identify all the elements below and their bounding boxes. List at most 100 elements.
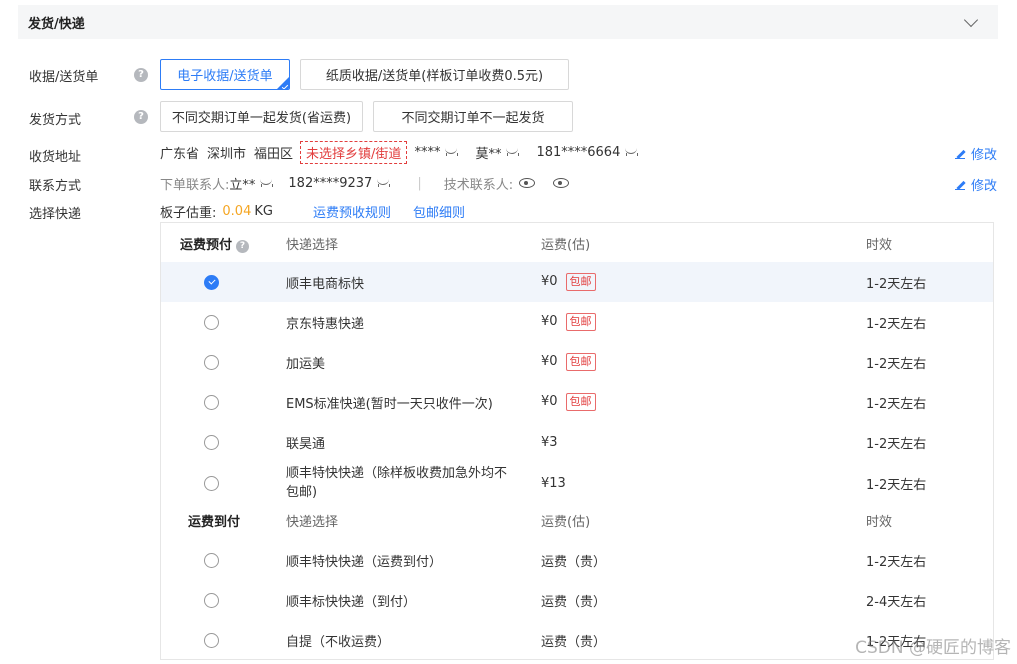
ship-method-label: 发货方式 — [29, 113, 82, 128]
eye-closed-icon[interactable] — [505, 148, 520, 156]
radio[interactable] — [204, 593, 219, 608]
express-name: 顺丰电商标快 — [286, 276, 365, 292]
express-name: 加运美 — [286, 356, 326, 372]
receipt-label: 收据/送货单 — [29, 70, 99, 85]
fee-cell: 运费（贵） — [541, 634, 607, 650]
time-cell: 1-2天左右 — [866, 356, 927, 372]
table-header-cod: 运费到付 快递选择 运费(估) 时效 — [161, 500, 993, 540]
express-name: 自提（不收运费） — [286, 634, 391, 650]
check-icon — [281, 83, 289, 89]
help-icon[interactable]: ? — [236, 239, 250, 253]
col-time: 时效 — [866, 237, 893, 253]
weight-value: 0.04 — [222, 203, 252, 219]
radio[interactable] — [204, 633, 219, 648]
separator: | — [417, 175, 422, 191]
time-cell: 1-2天左右 — [866, 276, 927, 292]
col-fee: 运费(估) — [541, 237, 591, 253]
eye-open-icon[interactable] — [553, 178, 570, 188]
express-table: 运费预付? 快递选择 运费(估) 时效 顺丰电商标快 ¥0 包邮 1-2天左右 京… — [160, 222, 994, 660]
address-line: 广东省 深圳市 福田区 未选择乡镇/街道 **** 莫** 181****666… — [160, 140, 643, 164]
weight-label: 板子估重: — [160, 205, 217, 221]
group-label-cod: 运费到付 — [188, 514, 241, 530]
address-province: 广东省 — [160, 146, 200, 162]
free-shipping-link[interactable]: 包邮细则 — [413, 202, 465, 221]
receipt-option-label: 纸质收据/送货单(样板订单收费0.5元) — [325, 69, 544, 84]
radio[interactable] — [204, 553, 219, 568]
section-title: 发货/快递 — [28, 16, 85, 32]
address-city: 深圳市 — [207, 146, 247, 162]
weight-unit: KG — [254, 203, 273, 219]
edit-label: 修改 — [970, 148, 997, 163]
receipt-option-electronic[interactable]: 电子收据/送货单 — [160, 59, 290, 90]
receiver-phone: 181****6664 — [536, 144, 621, 160]
radio-checked[interactable] — [204, 275, 219, 290]
express-name: 联昊通 — [286, 436, 326, 452]
free-shipping-badge: 包邮 — [565, 353, 596, 371]
pencil-icon — [954, 180, 965, 190]
receiver-name: 莫** — [475, 146, 502, 162]
eye-closed-icon[interactable] — [444, 148, 459, 156]
fee-cell: 运费（贵） — [541, 594, 607, 610]
eye-open-icon[interactable] — [519, 178, 536, 188]
radio[interactable] — [204, 355, 219, 370]
fee-cell: ¥0 包邮 — [541, 353, 596, 371]
express-label: 选择快递 — [29, 207, 82, 222]
help-icon[interactable]: ? — [134, 68, 148, 82]
eye-closed-icon[interactable] — [624, 148, 639, 156]
fee-cell: ¥3 — [541, 434, 558, 450]
edit-address-button[interactable]: 修改 — [954, 144, 997, 163]
col-time: 时效 — [866, 514, 893, 530]
table-row[interactable]: 顺丰电商标快 ¥0 包邮 1-2天左右 — [161, 262, 993, 302]
table-row[interactable]: 顺丰特快快递（除样板收费加急外均不 包邮) ¥13 1-2天左右 — [161, 462, 993, 504]
col-express: 快递选择 — [286, 514, 339, 530]
table-row[interactable]: 顺丰特快快递（运费到付） 运费（贵） 1-2天左右 — [161, 540, 993, 580]
address-detail: **** — [414, 144, 441, 160]
fee-cell: ¥0 包邮 — [541, 273, 596, 291]
edit-contact-button[interactable]: 修改 — [954, 175, 997, 194]
table-row[interactable]: 联昊通 ¥3 1-2天左右 — [161, 422, 993, 462]
express-name: 顺丰特快快递（运费到付） — [286, 554, 443, 570]
time-cell: 1-2天左右 — [866, 554, 927, 570]
fee-cell: 运费（贵） — [541, 554, 607, 570]
address-label: 收货地址 — [29, 150, 82, 165]
fee-cell: ¥13 — [541, 475, 566, 491]
time-cell: 1-2天左右 — [866, 436, 927, 452]
chevron-down-icon[interactable] — [963, 12, 979, 27]
radio[interactable] — [204, 315, 219, 330]
contact-label: 联系方式 — [29, 179, 82, 194]
table-row[interactable]: 顺丰标快快递（到付） 运费（贵） 2-4天左右 — [161, 580, 993, 620]
receipt-option-paper[interactable]: 纸质收据/送货单(样板订单收费0.5元) — [300, 59, 569, 90]
table-row[interactable]: 京东特惠快递 ¥0 包邮 1-2天左右 — [161, 302, 993, 342]
table-row[interactable]: 加运美 ¥0 包邮 1-2天左右 — [161, 342, 993, 382]
radio[interactable] — [204, 435, 219, 450]
address-district: 福田区 — [254, 146, 294, 162]
help-icon[interactable]: ? — [134, 110, 148, 124]
express-name: 顺丰标快快递（到付） — [286, 594, 417, 610]
edit-label: 修改 — [970, 179, 997, 194]
radio[interactable] — [204, 476, 219, 491]
free-shipping-badge: 包邮 — [565, 273, 596, 291]
pencil-icon — [954, 149, 965, 159]
order-contact-name: 立** — [229, 177, 256, 193]
section-header[interactable]: 发货/快递 — [18, 5, 998, 39]
group-label-prepaid: 运费预付? — [180, 234, 250, 253]
order-contact-label: 下单联系人: — [160, 177, 230, 193]
col-fee: 运费(估) — [541, 514, 591, 530]
weight-line: 板子估重: 0.04 KG 运费预收规则 包邮细则 — [160, 201, 465, 221]
table-row[interactable]: EMS标准快递(暂时一天只收件一次) ¥0 包邮 1-2天左右 — [161, 382, 993, 422]
free-shipping-badge: 包邮 — [565, 393, 596, 411]
express-name: EMS标准快递(暂时一天只收件一次) — [286, 396, 493, 412]
radio[interactable] — [204, 395, 219, 410]
ship-method-option-separate[interactable]: 不同交期订单不一起发货 — [373, 101, 573, 132]
eye-closed-icon[interactable] — [376, 179, 391, 187]
tech-contact-label: 技术联系人: — [443, 177, 514, 193]
eye-closed-icon[interactable] — [259, 179, 274, 187]
express-name: 京东特惠快递 — [286, 316, 365, 332]
address-warning[interactable]: 未选择乡镇/街道 — [300, 140, 408, 164]
time-cell: 1-2天左右 — [866, 396, 927, 412]
ship-method-option-together[interactable]: 不同交期订单一起发货(省运费) — [160, 101, 363, 132]
ship-method-option-label: 不同交期订单一起发货(省运费) — [171, 111, 352, 126]
table-header-prepaid: 运费预付? 快递选择 运费(估) 时效 — [161, 223, 993, 263]
time-cell: 1-2天左右 — [866, 316, 927, 332]
freight-rules-link[interactable]: 运费预收规则 — [313, 202, 391, 221]
